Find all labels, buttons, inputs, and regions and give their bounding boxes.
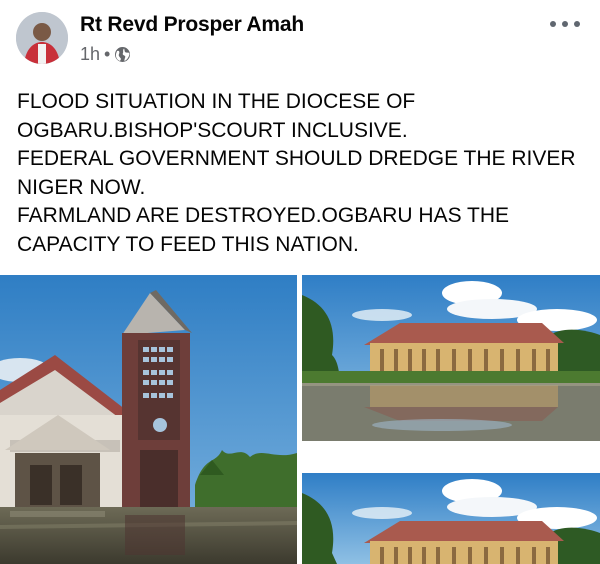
post-meta: 1h • bbox=[80, 44, 131, 65]
more-options-icon[interactable] bbox=[550, 14, 580, 34]
globe-icon[interactable] bbox=[114, 46, 131, 63]
post-header: Rt Revd Prosper Amah 1h • bbox=[0, 0, 600, 80]
more-dot bbox=[550, 21, 556, 27]
post-text-line: CAPACITY TO FEED THIS NATION. bbox=[17, 232, 359, 256]
more-dot bbox=[574, 21, 580, 27]
post-text: FLOOD SITUATION IN THE DIOCESE OF OGBARU… bbox=[17, 88, 587, 259]
author-name[interactable]: Rt Revd Prosper Amah bbox=[80, 13, 304, 37]
more-dot bbox=[562, 21, 568, 27]
post-text-line: OGBARU.BISHOP'SCOURT INCLUSIVE. bbox=[17, 118, 408, 142]
post-text-line: NIGER NOW. bbox=[17, 175, 146, 199]
post-text-line: FEDERAL GOVERNMENT SHOULD DREDGE THE RIV… bbox=[17, 147, 576, 170]
meta-separator: • bbox=[104, 44, 111, 64]
post-text-line: FARMLAND ARE DESTROYED.OGBARU HAS THE bbox=[17, 204, 510, 227]
author-avatar[interactable] bbox=[16, 12, 68, 64]
post-timestamp[interactable]: 1h bbox=[80, 44, 100, 65]
post-text-line: FLOOD SITUATION IN THE DIOCESE OF bbox=[17, 90, 416, 113]
flooded-building-photo-2[interactable] bbox=[302, 473, 600, 564]
flooded-building-photo[interactable] bbox=[302, 275, 600, 441]
flooded-church-photo[interactable] bbox=[0, 275, 297, 564]
photo-grid bbox=[0, 275, 600, 564]
